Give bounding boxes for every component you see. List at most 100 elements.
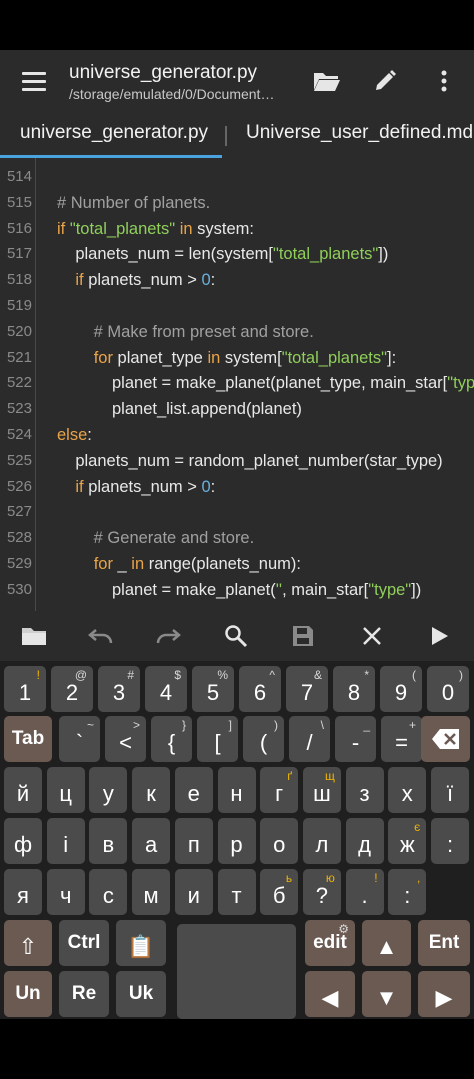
key-:[interactable]: ,: — [388, 869, 427, 915]
key-symbol[interactable]: + = — [381, 716, 422, 762]
key-6[interactable]: ^ 6 — [239, 666, 281, 712]
key-2[interactable]: @2 — [51, 666, 93, 712]
redo-key[interactable]: Re — [59, 971, 109, 1017]
key-х[interactable]: х — [388, 767, 427, 813]
key-п[interactable]: п — [174, 818, 213, 864]
clipboard-key[interactable]: 📋 — [116, 920, 166, 966]
key-в[interactable]: в — [89, 818, 128, 864]
key-?[interactable]: ю? — [302, 869, 341, 915]
folder-icon[interactable] — [16, 620, 52, 652]
key-з[interactable]: з — [345, 767, 384, 813]
key-ф[interactable]: ф — [4, 818, 42, 864]
backspace-key[interactable] — [421, 716, 470, 762]
key-:[interactable]: : — [431, 818, 469, 864]
key-label: Ent — [428, 932, 460, 953]
key-4[interactable]: $4 — [145, 666, 187, 712]
key-ц[interactable]: ц — [46, 767, 85, 813]
key-л[interactable]: л — [302, 818, 341, 864]
key-symbol[interactable]: }{ — [151, 716, 192, 762]
file-title: universe_generator.py — [69, 62, 258, 83]
key-5[interactable]: % 5 — [192, 666, 234, 712]
key-р[interactable]: р — [217, 818, 256, 864]
key-symbol[interactable]: ][ — [197, 716, 238, 762]
space-key[interactable] — [177, 924, 296, 1019]
edit-pencil-icon[interactable] — [365, 62, 405, 100]
key-с[interactable]: с — [89, 869, 128, 915]
key-label: я — [17, 883, 29, 908]
line-number: 515 — [6, 193, 32, 211]
folder-open-icon[interactable] — [307, 62, 347, 100]
arrow-right-key[interactable]: ▶ — [418, 971, 470, 1017]
key-3[interactable]: #3 — [98, 666, 140, 712]
key-label: а — [144, 832, 158, 857]
save-icon[interactable] — [285, 620, 321, 652]
key-д[interactable]: д — [345, 818, 384, 864]
key-б[interactable]: ьб — [260, 869, 299, 915]
key-symbol[interactable]: _ - — [335, 716, 376, 762]
run-icon[interactable] — [422, 620, 458, 652]
key-tab[interactable]: Tab — [4, 716, 52, 762]
key-secondary-label: $ — [174, 668, 181, 682]
menu-icon[interactable] — [12, 62, 56, 100]
shift-key[interactable]: ⇧ — [4, 920, 52, 966]
key-8[interactable]: * 8 — [333, 666, 375, 712]
key-м[interactable]: м — [132, 869, 171, 915]
backspace-icon — [431, 729, 459, 749]
arrow-up-key[interactable]: ▲ — [362, 920, 411, 966]
key-і[interactable]: і — [46, 818, 85, 864]
tab-universe-generator[interactable]: universe_generator.py — [20, 122, 208, 144]
key-о[interactable]: о — [260, 818, 299, 864]
key-т[interactable]: т — [217, 869, 256, 915]
more-options-icon[interactable] — [424, 62, 464, 100]
tab-universe-user-defined[interactable]: Universe_user_defined.md — [246, 122, 473, 144]
line-number: 530 — [6, 580, 32, 598]
status-bar — [0, 0, 474, 50]
undo-icon[interactable] — [83, 620, 119, 652]
key-symbol[interactable]: > < — [105, 716, 146, 762]
search-icon[interactable] — [218, 620, 254, 652]
key-к[interactable]: к — [132, 767, 171, 813]
key-label: е — [187, 781, 200, 806]
key-ї[interactable]: ї — [431, 767, 469, 813]
key-9[interactable]: (9 — [380, 666, 422, 712]
key-у[interactable]: у — [89, 767, 128, 813]
key-symbol[interactable]: \ / — [289, 716, 330, 762]
key-е[interactable]: е — [174, 767, 213, 813]
close-icon[interactable] — [354, 620, 390, 652]
key-label: б — [272, 883, 286, 908]
key-secondary-label: ) — [274, 718, 278, 732]
line-number: 520 — [6, 322, 32, 340]
soft-keyboard: ! 1 @2 #3 $4% 5 ^ 6 & 7 * 8(9) 0 Tab ~ ` > <}{][)(\ / _ - + = й… — [0, 661, 474, 1019]
key-1[interactable]: ! 1 — [4, 666, 46, 712]
key-г[interactable]: ґг — [260, 767, 299, 813]
redo-icon[interactable] — [150, 620, 186, 652]
code-editor[interactable]: 514 515 # Number of planets. 516 if "total_p… — [0, 158, 474, 611]
arrow-left-key[interactable]: ◀ — [305, 971, 355, 1017]
edit-key[interactable]: ⚙ edit — [305, 920, 355, 966]
key-ч[interactable]: ч — [46, 869, 85, 915]
key-.[interactable]: !. — [345, 869, 384, 915]
key-н[interactable]: н — [217, 767, 256, 813]
line-number: 514 — [6, 168, 32, 185]
key-secondary-label: ] — [228, 718, 232, 732]
key-symbol[interactable]: )( — [243, 716, 284, 762]
app-bar: universe_generator.py /storage/emulated/… — [0, 50, 474, 112]
key-0[interactable]: ) 0 — [427, 666, 469, 712]
arrow-down-key[interactable]: ▼ — [362, 971, 411, 1017]
key-ж[interactable]: єж — [388, 818, 427, 864]
key-7[interactable]: & 7 — [286, 666, 328, 712]
key-я[interactable]: я — [4, 869, 42, 915]
code-line: 526 if planets_num > 0: — [0, 474, 474, 500]
key-label: : — [404, 883, 411, 908]
key-secondary-label: ґ — [287, 769, 293, 783]
key-и[interactable]: и — [174, 869, 213, 915]
enter-key[interactable]: Ent — [418, 920, 470, 966]
key-symbol[interactable]: ~ ` — [59, 716, 100, 762]
uk-layout-key[interactable]: Uk — [116, 971, 166, 1017]
key-ш[interactable]: щш — [302, 767, 341, 813]
code-text: for planet_type in system["total_planets… — [93, 348, 397, 367]
ctrl-key[interactable]: Ctrl — [59, 920, 109, 966]
undo-key[interactable]: Un — [4, 971, 52, 1017]
key-а[interactable]: а — [132, 818, 171, 864]
key-й[interactable]: й — [4, 767, 42, 813]
